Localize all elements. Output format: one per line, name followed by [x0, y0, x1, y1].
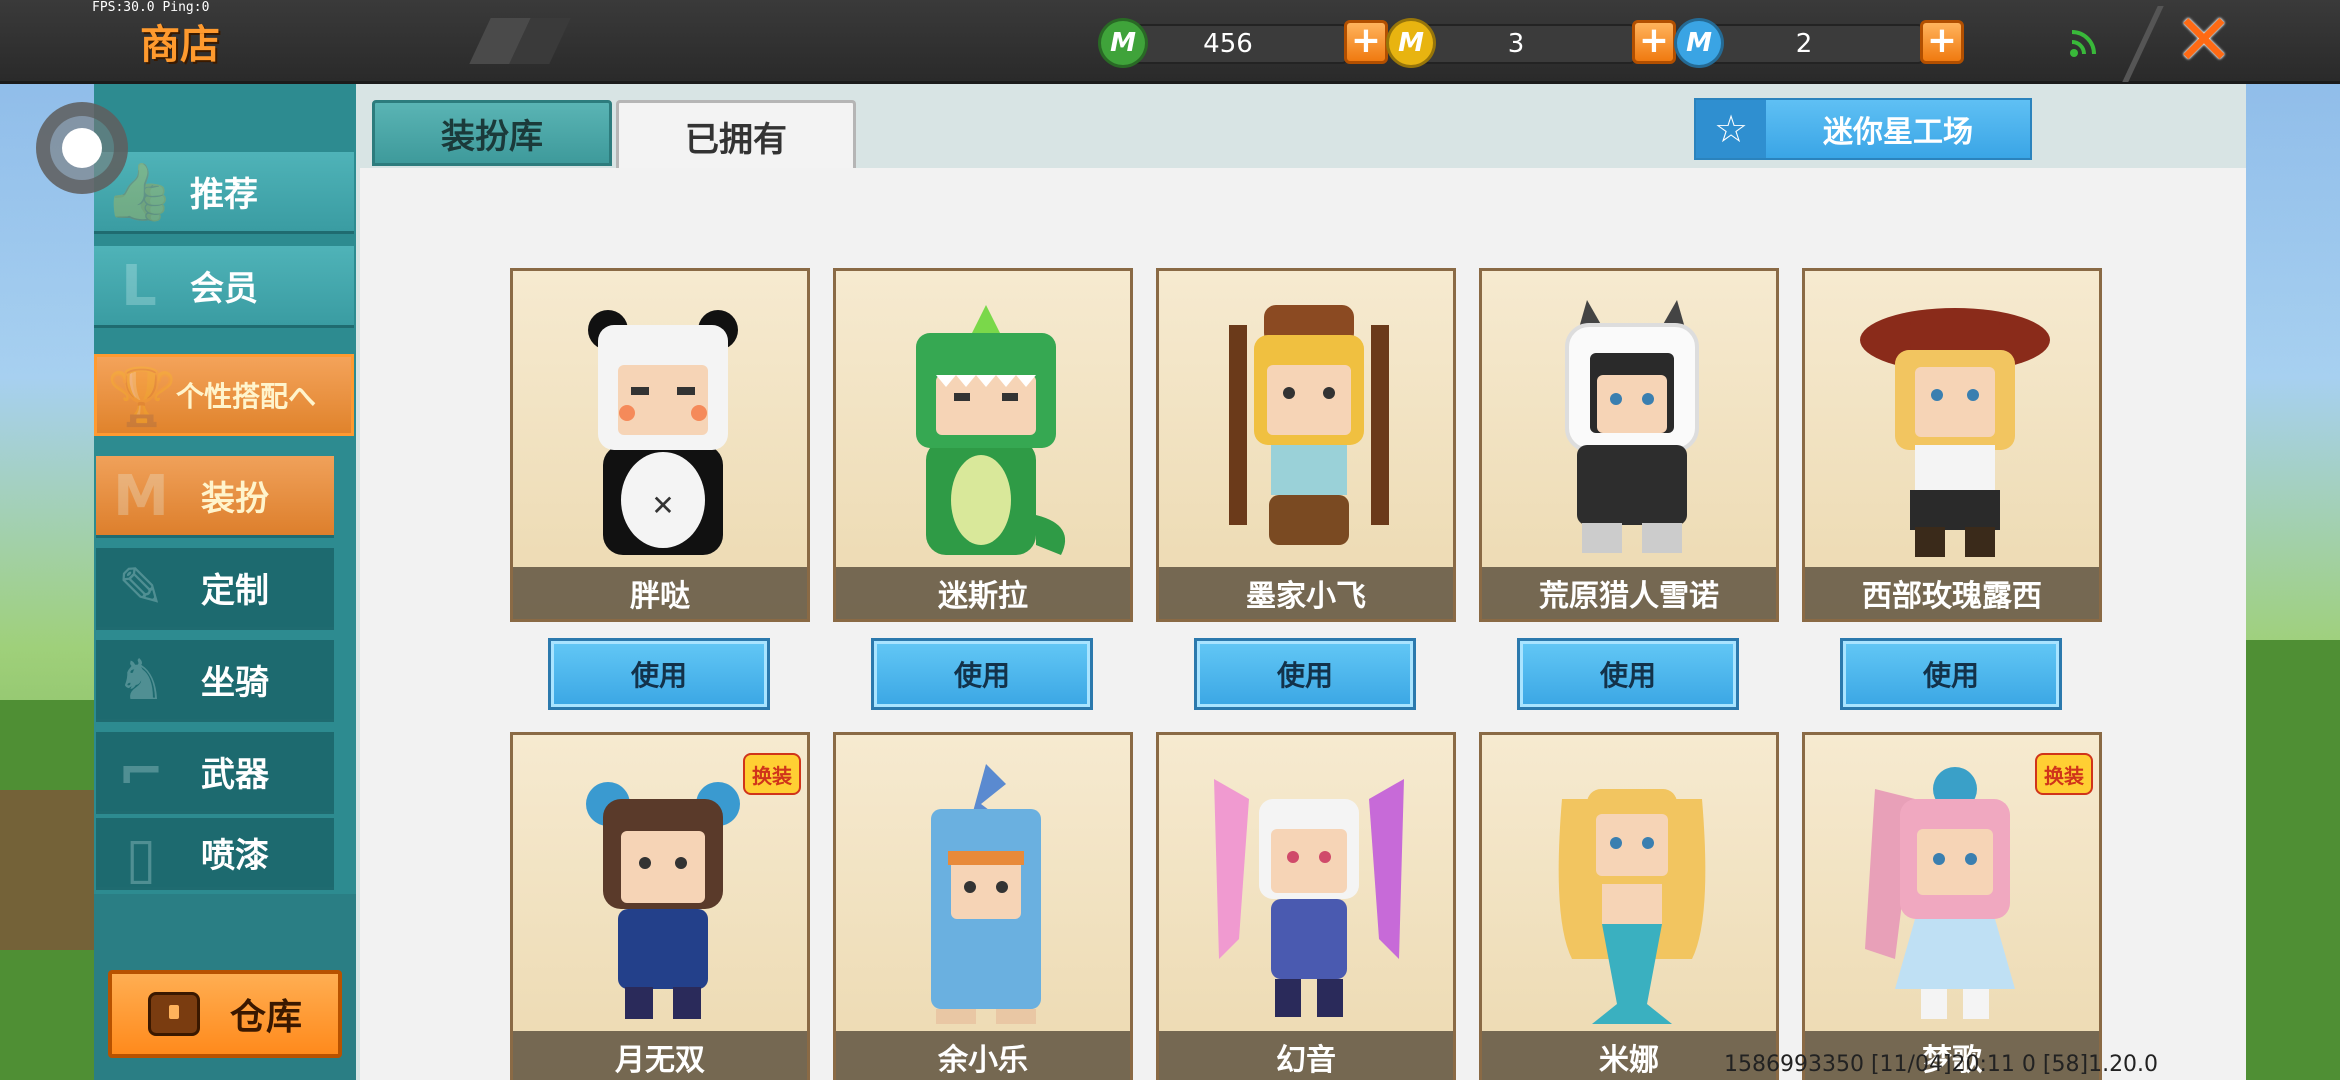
skin-name: 余小乐 [836, 1031, 1130, 1080]
panda-skin-icon: ✕ [588, 310, 738, 555]
workshop-label: 迷你星工场 [1823, 115, 1973, 150]
skin-name: 荒原猎人雪诺 [1482, 567, 1776, 619]
sidebar-item-mount[interactable]: ♞ 坐骑 [96, 640, 334, 722]
huanyin-skin-icon [1214, 779, 1404, 1017]
mina-mermaid-skin-icon [1558, 789, 1706, 1024]
warehouse-label: 仓库 [229, 997, 302, 1038]
currency-star: M 2 + [1674, 18, 1964, 68]
background-block [0, 790, 94, 950]
skin-name: 月无双 [513, 1031, 807, 1080]
snow-hunter-skin-icon [1565, 300, 1699, 553]
mojia-skin-icon [1229, 305, 1389, 545]
skin-name: 西部玫瑰露西 [1805, 567, 2099, 619]
sidebar-item-label: 装扮 [201, 479, 269, 519]
use-button[interactable]: 使用 [1194, 638, 1416, 710]
svg-text:✕: ✕ [651, 489, 674, 522]
yu-xiaole-skin-icon [931, 764, 1041, 1024]
brush-icon: ✎ [117, 556, 165, 621]
skin-name: 墨家小飞 [1159, 567, 1453, 619]
warehouse-button[interactable]: 仓库 [108, 970, 342, 1058]
sidebar-item-recommend[interactable]: 👍 推荐 [94, 152, 354, 234]
spray-can-icon: ▯ [125, 826, 157, 891]
build-info: 1586993350 [11/04]20:11 0 [58]1.20.0 [1724, 1052, 2159, 1077]
divider [2122, 6, 2164, 82]
use-button[interactable]: 使用 [1840, 638, 2062, 710]
skin-card[interactable]: 换装 月无双 [510, 732, 810, 1080]
page-title: 商店 [140, 22, 220, 68]
tab-owned[interactable]: 已拥有 [616, 100, 856, 170]
skin-name: 胖哒 [513, 567, 807, 619]
sidebar-item-vip[interactable]: L 会员 [94, 246, 354, 328]
shirt-icon: M [113, 464, 169, 529]
skin-name: 迷斯拉 [836, 567, 1130, 619]
mengge-skin-icon [1865, 767, 2015, 1019]
tab-outfit-library[interactable]: 装扮库 [372, 100, 612, 166]
use-button[interactable]: 使用 [1517, 638, 1739, 710]
mount-icon: ♞ [115, 648, 167, 713]
sidebar-item-spray[interactable]: ▯ 喷漆 [96, 818, 334, 891]
dinosaur-skin-icon [916, 305, 1066, 555]
gun-icon: ⌐ [117, 740, 165, 805]
skin-grid: ✕ 胖哒 迷斯拉 墨家小飞 荒原猎人雪诺 西部玫瑰露西 使用 使用 使用 使用 … [360, 168, 2246, 1080]
signal-icon [2070, 30, 2096, 57]
currency-gold: M 3 + [1386, 18, 1676, 68]
star-icon: ☆ [1696, 100, 1766, 158]
change-outfit-badge: 换装 [2035, 753, 2093, 795]
vip-icon: L [121, 254, 157, 319]
add-gold-button[interactable]: + [1632, 20, 1676, 64]
west-rose-skin-icon [1860, 308, 2050, 557]
sidebar-item-label: 个性搭配へ [175, 380, 316, 413]
close-icon[interactable]: ✕ [2170, 4, 2238, 76]
skin-card[interactable]: 米娜 [1479, 732, 1779, 1080]
use-button[interactable]: 使用 [548, 638, 770, 710]
sidebar-item-outfit[interactable]: M 装扮 [96, 456, 334, 538]
main-panel: 装扮库 已拥有 ☆ 迷你星工场 ✕ 胖哒 迷斯拉 墨家小飞 荒原猎人雪诺 西部玫… [356, 84, 2246, 1080]
skin-card[interactable]: 墨家小飞 [1156, 268, 1456, 622]
background-grass-right [2246, 640, 2340, 1080]
sidebar-item-weapon[interactable]: ⌐ 武器 [96, 732, 334, 814]
change-outfit-badge: 换装 [743, 753, 801, 795]
skin-name: 幻音 [1159, 1031, 1453, 1080]
sidebar-item-label: 喷漆 [201, 836, 269, 876]
currency-value: 3 [1507, 29, 1525, 59]
sidebar-item-label: 会员 [190, 269, 258, 309]
skin-card[interactable]: 西部玫瑰露西 [1802, 268, 2102, 622]
skin-card[interactable]: 迷斯拉 [833, 268, 1133, 622]
skin-card[interactable]: 换装 梦歌 [1802, 732, 2102, 1080]
chest-icon [147, 992, 200, 1036]
sidebar-item-label: 定制 [201, 571, 269, 611]
use-button[interactable]: 使用 [871, 638, 1093, 710]
yue-wushuang-skin-icon [586, 782, 740, 1019]
sidebar-item-label: 推荐 [190, 175, 258, 215]
add-star-button[interactable]: + [1920, 20, 1964, 64]
sidebar-item-label: 坐骑 [201, 663, 269, 703]
currency-bean: M 456 + [1098, 18, 1388, 68]
skin-card[interactable]: 荒原猎人雪诺 [1479, 268, 1779, 622]
top-bar: FPS:30.0 Ping:0 商店 M 456 + M 3 + M 2 + ✕ [0, 0, 2340, 84]
sidebar-item-personal-style[interactable]: 🏆 个性搭配へ [94, 354, 354, 436]
mini-workshop-button[interactable]: ☆ 迷你星工场 [1694, 98, 2032, 160]
floating-assist-button[interactable] [36, 102, 128, 194]
currency-value: 2 [1795, 29, 1813, 59]
skin-card[interactable]: ✕ 胖哒 [510, 268, 810, 622]
trophy-icon: 🏆 [107, 365, 177, 430]
sidebar-item-label: 武器 [201, 755, 269, 795]
sidebar-item-custom[interactable]: ✎ 定制 [96, 548, 334, 630]
sidebar: 👍 推荐 L 会员 🏆 个性搭配へ M 装扮 ✎ 定制 ♞ 坐骑 ⌐ 武器 ▯ … [94, 84, 356, 1080]
currency-value: 456 [1203, 29, 1253, 59]
skin-card[interactable]: 幻音 [1156, 732, 1456, 1080]
add-bean-button[interactable]: + [1344, 20, 1388, 64]
skin-card[interactable]: 余小乐 [833, 732, 1133, 1080]
